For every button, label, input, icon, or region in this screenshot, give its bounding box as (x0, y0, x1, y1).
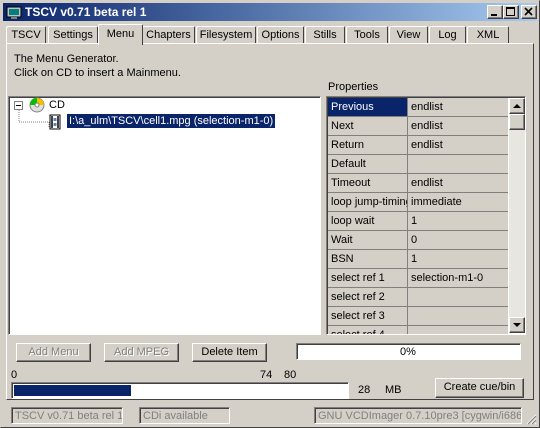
delete-item-button[interactable]: Delete Item (192, 343, 267, 362)
property-value[interactable] (408, 288, 508, 307)
property-value[interactable]: immediate (408, 193, 508, 212)
size-grip-icon[interactable] (525, 413, 537, 425)
title-bar[interactable]: TSCV v0.71 beta rel 1 (3, 3, 537, 21)
property-row[interactable]: Return endlist (328, 136, 508, 155)
properties-title: Properties (328, 81, 379, 93)
property-row[interactable]: Timeout endlist (328, 174, 508, 193)
property-key: Previous (328, 98, 408, 117)
property-key: select ref 4 (328, 326, 408, 334)
status-cdi: CDi available (139, 407, 230, 424)
property-key: select ref 3 (328, 307, 408, 326)
property-row[interactable]: Previous endlist (328, 98, 508, 117)
property-row[interactable]: loop wait 1 (328, 212, 508, 231)
menu-progress-bar: 0% (296, 343, 521, 360)
tab-settings[interactable]: Settings (48, 26, 98, 44)
minus-icon (16, 105, 21, 106)
arrow-up-icon (513, 104, 521, 108)
property-key: loop jump-timing (328, 193, 408, 212)
size-scale-80: 80 (284, 369, 297, 381)
status-version: TSCV v0.71 beta rel 1 (11, 407, 123, 424)
intro-line-2: Click on CD to insert a Mainmenu. (14, 67, 181, 79)
arrow-down-icon (513, 323, 521, 327)
property-value[interactable]: endlist (408, 174, 508, 193)
scroll-thumb[interactable] (509, 114, 525, 130)
tab-stills[interactable]: Stills (305, 26, 345, 44)
tab-tscv[interactable]: TSCV (6, 26, 46, 44)
property-key: loop wait (328, 212, 408, 231)
property-row[interactable]: select ref 1 selection-m1-0 (328, 269, 508, 288)
properties-scrollbar[interactable] (509, 98, 525, 333)
status-vcdimager: GNU VCDImager 0.7.10pre3 [cygwin/i686] (314, 407, 522, 424)
main-window: TSCV v0.71 beta rel 1 TSCV Settings Menu… (0, 0, 540, 428)
property-value[interactable] (408, 155, 508, 174)
app-icon (6, 6, 22, 19)
close-icon (524, 7, 533, 16)
scroll-up-button[interactable] (509, 98, 525, 114)
size-value: 28 (358, 384, 371, 396)
size-unit: MB (385, 384, 402, 396)
cd-icon (29, 97, 45, 113)
property-value[interactable] (408, 307, 508, 326)
close-button[interactable] (521, 5, 537, 19)
create-cue-bin-button[interactable]: Create cue/bin (435, 378, 524, 398)
property-row[interactable]: select ref 2 (328, 288, 508, 307)
tab-strip: TSCV Settings Menu Chapters Filesystem O… (6, 24, 536, 45)
property-value[interactable]: endlist (408, 117, 508, 136)
property-row[interactable]: Next endlist (328, 117, 508, 136)
property-key: Timeout (328, 174, 408, 193)
property-value[interactable]: endlist (408, 98, 508, 117)
scroll-down-button[interactable] (509, 317, 525, 333)
property-row[interactable]: Wait 0 (328, 231, 508, 250)
properties-grid[interactable]: Previous endlist Next endlist Return end… (326, 96, 526, 335)
property-row[interactable]: select ref 3 (328, 307, 508, 326)
minimize-icon (491, 14, 497, 16)
tab-filesystem[interactable]: Filesystem (196, 26, 256, 44)
property-key: Default (328, 155, 408, 174)
property-value[interactable]: endlist (408, 136, 508, 155)
property-key: select ref 2 (328, 288, 408, 307)
property-value[interactable] (408, 326, 508, 334)
minimize-button[interactable] (487, 5, 503, 19)
property-value[interactable]: selection-m1-0 (408, 269, 508, 288)
cd-size-meter (11, 382, 349, 399)
property-row[interactable]: loop jump-timing immediate (328, 193, 508, 212)
property-row[interactable]: select ref 4 (328, 326, 508, 334)
property-value[interactable]: 1 (408, 250, 508, 269)
tab-log[interactable]: Log (429, 26, 466, 44)
property-value[interactable]: 1 (408, 212, 508, 231)
property-value[interactable]: 0 (408, 231, 508, 250)
window-title: TSCV v0.71 beta rel 1 (25, 5, 147, 19)
property-key: select ref 1 (328, 269, 408, 288)
expand-toggle[interactable] (14, 101, 23, 110)
size-scale-74: 74 (260, 369, 273, 381)
property-row[interactable]: BSN 1 (328, 250, 508, 269)
tab-menu[interactable]: Menu (98, 24, 143, 45)
add-mpeg-button[interactable]: Add MPEG (104, 343, 179, 362)
property-key: BSN (328, 250, 408, 269)
tab-view[interactable]: View (389, 26, 428, 44)
add-menu-button[interactable]: Add Menu (16, 343, 91, 362)
tab-tools[interactable]: Tools (346, 26, 388, 44)
tab-options[interactable]: Options (257, 26, 304, 44)
property-key: Return (328, 136, 408, 155)
maximize-button[interactable] (503, 5, 519, 19)
property-key: Next (328, 117, 408, 136)
size-scale-zero: 0 (11, 369, 18, 381)
maximize-icon (506, 7, 515, 16)
tab-xml[interactable]: XML (467, 26, 509, 44)
tab-chapters[interactable]: Chapters (142, 26, 195, 44)
property-row[interactable]: Default (328, 155, 508, 174)
tree-root-cd[interactable]: CD (49, 99, 65, 111)
cd-size-fill (14, 385, 131, 396)
property-key: Wait (328, 231, 408, 250)
intro-line-1: The Menu Generator. (14, 53, 119, 65)
menu-tree-view[interactable]: CD I:\a_ulm\TSCV\cell1.mpg (selection-m1… (8, 96, 321, 335)
tree-item-mpeg[interactable]: I:\a_ulm\TSCV\cell1.mpg (selection-m1-0) (65, 113, 277, 129)
mpeg-file-icon (49, 114, 61, 130)
menu-progress-text: 0% (400, 346, 416, 358)
